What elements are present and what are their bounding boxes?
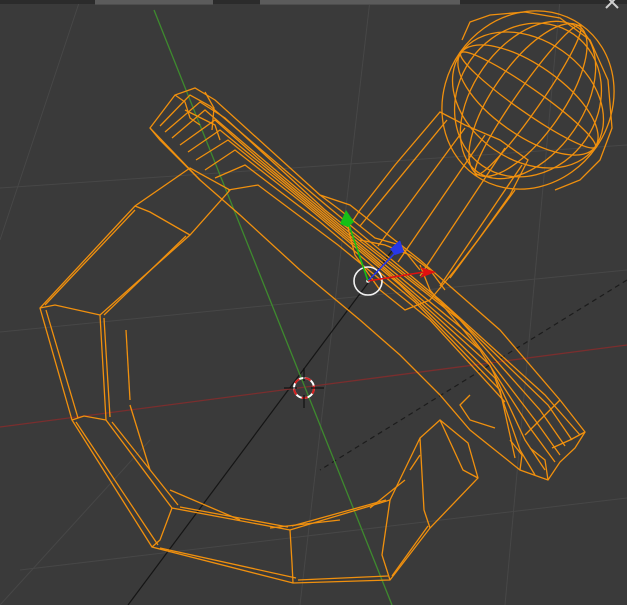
ring-handle-mesh (39, 167, 479, 584)
viewport-scene[interactable] (0, 0, 627, 605)
3d-viewport[interactable] (0, 0, 627, 605)
y-axis-line (153, 9, 393, 605)
dashed-guide-line (319, 279, 627, 471)
close-icon[interactable] (602, 0, 622, 12)
header-widget-left[interactable] (95, 0, 213, 5)
floor-grid (0, 0, 627, 605)
3d-cursor-icon[interactable] (284, 368, 324, 408)
header-widget-right[interactable] (260, 0, 460, 5)
